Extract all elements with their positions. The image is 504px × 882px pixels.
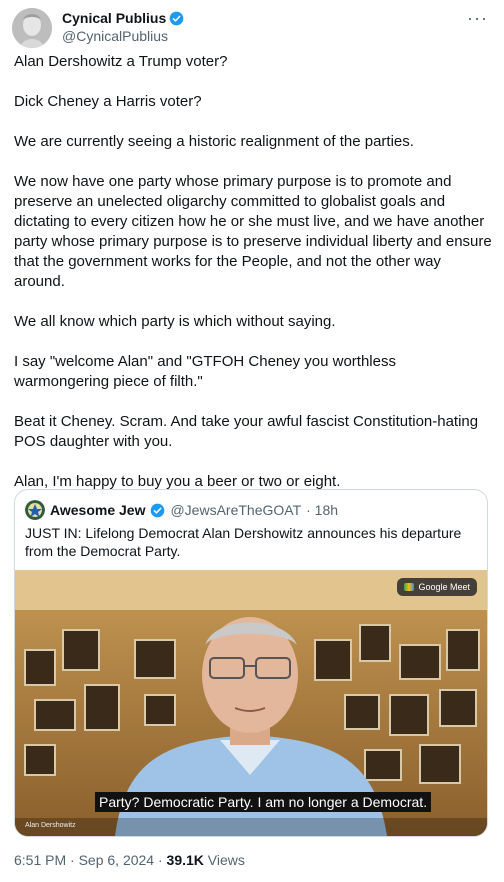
views-count: 39.1K <box>166 852 204 868</box>
author-display-name[interactable]: Cynical Publius <box>62 10 166 26</box>
quoted-tweet[interactable]: Awesome Jew @JewsAreTheGOAT · 18h JUST I… <box>14 489 488 837</box>
tweet-paragraph: We all know which party is which without… <box>14 313 336 330</box>
google-meet-label: Google Meet <box>418 582 470 592</box>
views-label: Views <box>203 852 245 868</box>
tweet-paragraph: Alan Dershowitz a Trump voter? <box>14 53 228 70</box>
tweet: Cynical Publius @CynicalPublius ··· Alan… <box>0 0 504 882</box>
quoted-display-name[interactable]: Awesome Jew <box>50 502 145 518</box>
tweet-paragraph: Beat it Cheney. Scram. And take your awf… <box>14 413 479 450</box>
author-handle[interactable]: @CynicalPublius <box>62 28 184 44</box>
tweet-paragraph: Dick Cheney a Harris voter? <box>14 93 202 110</box>
tweet-timestamp[interactable]: 6:51 PM · Sep 6, 2024 · <box>14 852 167 868</box>
tweet-meta: 6:51 PM · Sep 6, 2024 · 39.1K Views <box>14 852 245 868</box>
author-names: Cynical Publius @CynicalPublius <box>62 10 184 44</box>
speaker-label: Alan Dershowitz <box>25 822 76 829</box>
quoted-time: · 18h <box>306 502 339 518</box>
tweet-paragraph: We are currently seeing a historic reali… <box>14 133 414 150</box>
quoted-tweet-text: JUST IN: Lifelong Democrat Alan Dershowi… <box>25 525 462 559</box>
video-caption: Party? Democratic Party. I am no longer … <box>95 792 432 812</box>
google-meet-icon <box>404 583 415 591</box>
quoted-avatar[interactable] <box>25 500 45 520</box>
avatar[interactable] <box>12 8 52 48</box>
tweet-paragraph: I say "welcome Alan" and "GTFOH Cheney y… <box>14 353 396 390</box>
verified-badge-icon <box>151 503 165 517</box>
tweet-text: Alan Dershowitz a Trump voter? Dick Chen… <box>14 52 494 512</box>
verified-badge-icon <box>169 11 184 25</box>
quoted-handle[interactable]: @JewsAreTheGOAT <box>170 502 301 518</box>
quoted-video[interactable]: Google Meet Party? Democratic Party. I a… <box>15 570 487 836</box>
quoted-tweet-header: Awesome Jew @JewsAreTheGOAT · 18h <box>25 500 338 520</box>
more-options-icon[interactable]: ··· <box>467 8 488 29</box>
tweet-header: Cynical Publius @CynicalPublius ··· <box>12 8 492 48</box>
tweet-paragraph: We now have one party whose primary purp… <box>14 173 492 290</box>
google-meet-badge: Google Meet <box>397 578 477 596</box>
